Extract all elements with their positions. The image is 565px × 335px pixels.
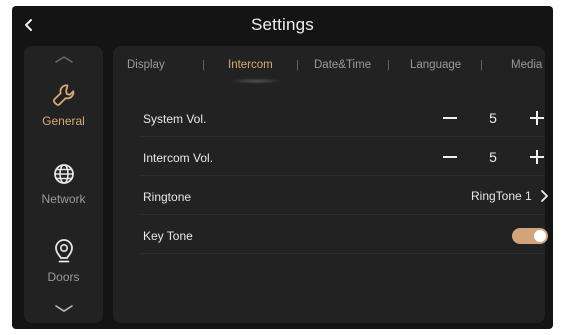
chevron-up-icon bbox=[54, 56, 73, 63]
intercom-volume-row: Intercom Vol. 5 bbox=[141, 138, 545, 176]
chevron-down-icon bbox=[54, 305, 73, 312]
active-tab-indicator bbox=[230, 78, 282, 84]
sidebar-item-general[interactable]: General bbox=[24, 82, 103, 128]
tab-display[interactable]: Display bbox=[127, 59, 165, 71]
key-tone-toggle[interactable] bbox=[512, 228, 548, 244]
tab-separator: | bbox=[480, 59, 483, 71]
tab-separator: | bbox=[202, 59, 205, 71]
key-tone-row: Key Tone bbox=[141, 216, 548, 254]
tab-separator: | bbox=[387, 59, 390, 71]
sidebar-item-doors[interactable]: Doors bbox=[24, 238, 103, 284]
system-volume-label: System Vol. bbox=[143, 112, 207, 126]
intercom-volume-increase-button[interactable] bbox=[528, 148, 546, 166]
header-bar: Settings bbox=[12, 6, 553, 44]
sidebar-scroll-down-button[interactable] bbox=[24, 304, 103, 314]
sidebar-item-label: General bbox=[42, 114, 85, 128]
settings-panel: Display | Intercom | Date&Time | Languag… bbox=[113, 46, 548, 323]
system-volume-value: 5 bbox=[489, 110, 497, 126]
tab-intercom[interactable]: Intercom bbox=[228, 59, 273, 71]
sidebar-item-network[interactable]: Network bbox=[24, 162, 103, 206]
key-tone-label: Key Tone bbox=[143, 229, 193, 243]
ringtone-value[interactable]: RingTone 1 bbox=[471, 189, 532, 203]
tab-language[interactable]: Language bbox=[410, 59, 461, 71]
sidebar-item-label: Doors bbox=[47, 270, 80, 284]
tab-separator: | bbox=[296, 59, 299, 71]
toggle-knob bbox=[534, 230, 546, 242]
globe-icon bbox=[53, 164, 74, 184]
intercom-volume-label: Intercom Vol. bbox=[143, 151, 214, 165]
tab-media[interactable]: Media bbox=[511, 59, 542, 71]
page-title: Settings bbox=[250, 15, 315, 34]
ringtone-label: Ringtone bbox=[143, 190, 192, 204]
sidebar: General Network Doors bbox=[24, 46, 103, 323]
tab-date-time[interactable]: Date&Time bbox=[314, 59, 371, 71]
ringtone-row[interactable]: Ringtone RingTone 1 bbox=[141, 177, 548, 215]
system-volume-increase-button[interactable] bbox=[528, 109, 546, 127]
doorbell-camera-icon bbox=[54, 239, 73, 263]
sidebar-item-label: Network bbox=[41, 192, 86, 206]
intercom-volume-decrease-button[interactable] bbox=[441, 148, 459, 166]
system-volume-row: System Vol. 5 bbox=[141, 99, 545, 137]
settings-screen: Settings General Network Doors Display |… bbox=[12, 6, 553, 329]
chevron-right-icon[interactable] bbox=[539, 189, 549, 203]
intercom-volume-value: 5 bbox=[489, 149, 497, 165]
tab-bar: Display | Intercom | Date&Time | Languag… bbox=[113, 46, 545, 84]
system-volume-decrease-button[interactable] bbox=[441, 109, 459, 127]
wrench-icon bbox=[52, 84, 74, 106]
sidebar-scroll-up-button[interactable] bbox=[24, 54, 103, 64]
